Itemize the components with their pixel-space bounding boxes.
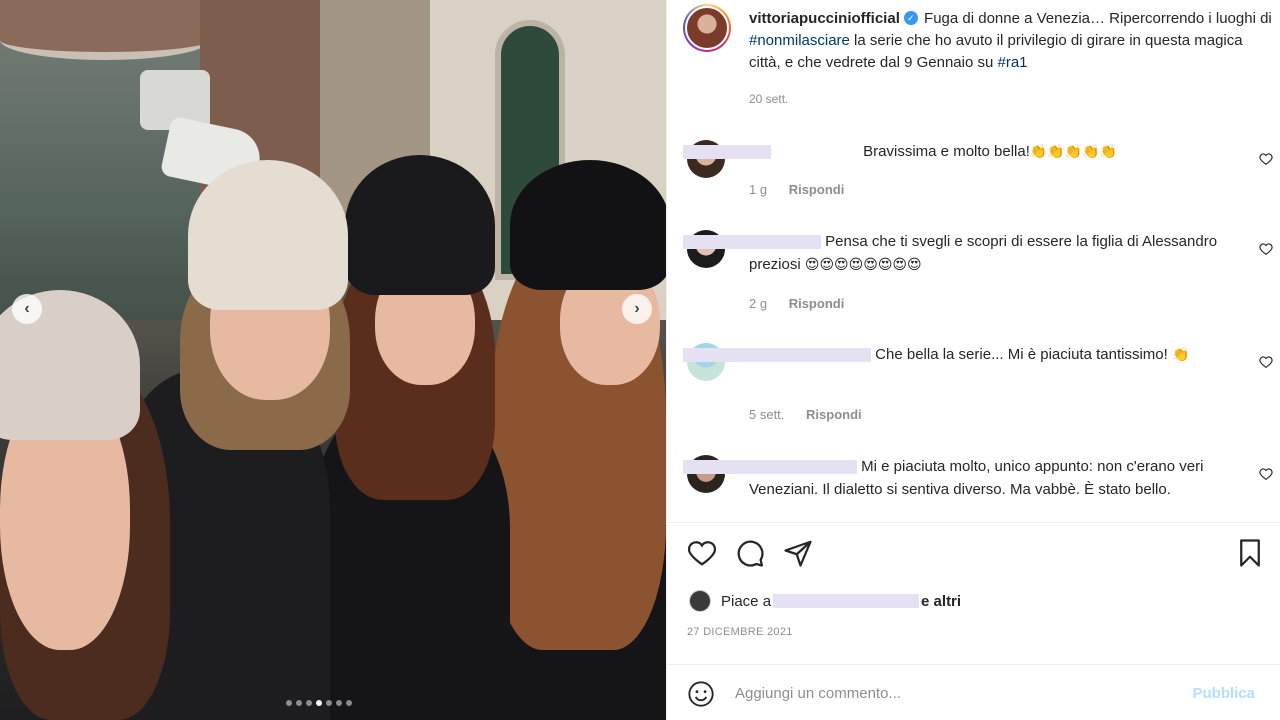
caption-part-1: Fuga di donne a Venezia… Ripercorrendo i… — [924, 10, 1272, 27]
post-photo[interactable]: ‹ › — [0, 0, 666, 720]
share-icon[interactable] — [783, 538, 813, 568]
redacted-username — [683, 235, 821, 250]
likes-others[interactable]: e altri — [921, 593, 961, 610]
author-username[interactable]: vittoriapucciniofficial — [749, 10, 900, 27]
comment-text-block: Che bella la serie... Mi è piaciuta tant… — [683, 343, 1239, 367]
reply-button[interactable]: Rispondi — [806, 407, 862, 422]
heart-icon[interactable] — [687, 538, 717, 568]
author-avatar[interactable] — [683, 4, 731, 52]
carousel-dot — [346, 700, 352, 706]
comment-text-block: Mi e piaciuta molto, unico appunto: non … — [683, 455, 1239, 501]
comment-text: Bravissima e molto bella! — [863, 143, 1030, 160]
redacted-username — [683, 460, 857, 475]
comment-time[interactable]: 5 sett. — [749, 407, 784, 422]
bridge-background — [0, 0, 210, 60]
post-detail-panel: vittoriapucciniofficial ✓ Fuga di donne a… — [666, 0, 1280, 720]
liker-avatar — [689, 590, 711, 612]
likes-prefix: Piace a — [721, 592, 772, 610]
comment-text-block: Pensa che ti svegli e scopri di essere l… — [683, 230, 1239, 277]
redacted-username — [683, 348, 871, 363]
chevron-right-icon: › — [634, 300, 640, 317]
likes-summary[interactable]: Piace a e altri — [689, 590, 961, 612]
reply-button[interactable]: Rispondi — [789, 182, 845, 197]
carousel-dots — [286, 700, 352, 706]
reply-button[interactable]: Rispondi — [789, 296, 845, 311]
carousel-dot — [316, 700, 322, 706]
comment-icon[interactable] — [735, 538, 765, 568]
comment-emoji: 😍😍😍😍😍😍😍😍 — [804, 257, 922, 273]
carousel-dot — [306, 700, 312, 706]
emoji-icon[interactable] — [687, 680, 715, 708]
heart-icon[interactable] — [1259, 152, 1273, 166]
add-comment-bar: Pubblica — [667, 664, 1280, 720]
post-caption: vittoriapucciniofficial ✓ Fuga di donne a… — [683, 4, 1273, 74]
comment-meta: 1 g Rispondi — [749, 182, 844, 197]
comment-text: Che bella la serie... Mi è piaciuta tant… — [875, 346, 1172, 363]
heart-icon[interactable] — [1259, 355, 1273, 369]
comment-emoji: 👏👏👏👏👏 — [1029, 144, 1118, 160]
heart-icon[interactable] — [1259, 467, 1273, 481]
comment-meta: 5 sett. Rispondi — [749, 407, 862, 422]
bookmark-icon[interactable] — [1235, 538, 1265, 568]
verified-icon: ✓ — [903, 11, 918, 26]
carousel-dot — [336, 700, 342, 706]
comment-time[interactable]: 1 g — [749, 182, 767, 197]
redacted-username — [683, 145, 771, 160]
comment-meta: 2 g Rispondi — [749, 296, 844, 311]
hashtag-link[interactable]: #nonmilasciare — [749, 32, 850, 49]
comment-text-block: Bravissima e molto bella!👏👏👏👏👏 — [683, 140, 1239, 164]
carousel-dot — [286, 700, 292, 706]
hashtag-link[interactable]: #ra1 — [998, 54, 1028, 71]
post-comment-button[interactable]: Pubblica — [1192, 685, 1255, 702]
comment-time[interactable]: 2 g — [749, 296, 767, 311]
caption-text: vittoriapucciniofficial ✓ Fuga di donne a… — [749, 8, 1273, 74]
chevron-left-icon: ‹ — [24, 300, 30, 317]
redacted-username — [773, 594, 920, 608]
heart-icon[interactable] — [1259, 242, 1273, 256]
carousel-dot — [296, 700, 302, 706]
comment-input[interactable] — [735, 679, 1165, 707]
carousel-prev-button[interactable]: ‹ — [12, 294, 42, 324]
post-date: 27 DICEMBRE 2021 — [687, 626, 793, 638]
caption-timestamp[interactable]: 20 sett. — [749, 92, 788, 106]
carousel-dot — [326, 700, 332, 706]
comment-emoji: 👏 — [1171, 347, 1190, 363]
action-bar — [687, 538, 1265, 568]
divider — [667, 522, 1280, 523]
carousel-next-button[interactable]: › — [622, 294, 652, 324]
